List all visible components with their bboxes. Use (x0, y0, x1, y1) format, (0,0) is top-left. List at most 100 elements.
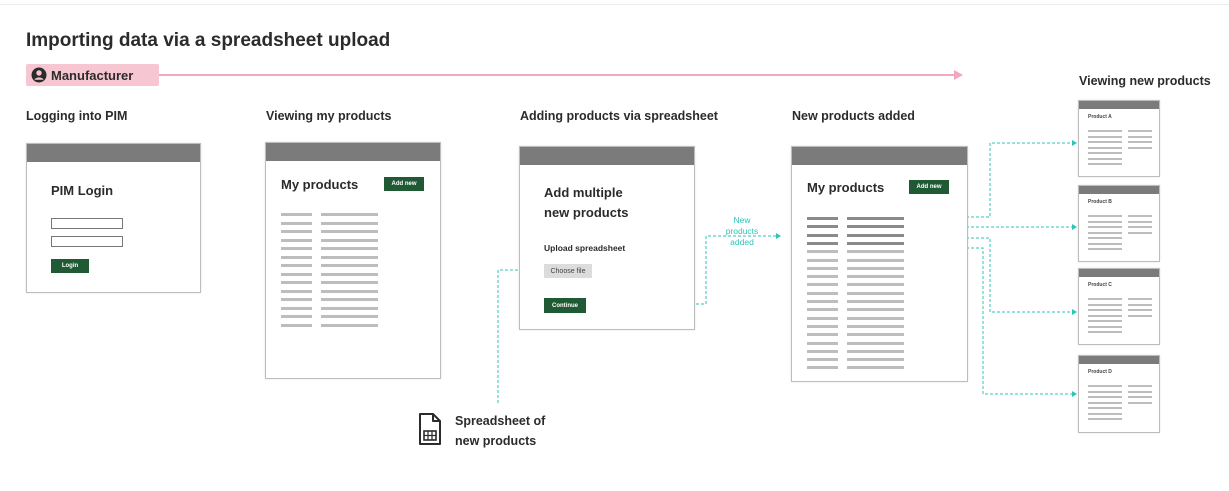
username-field[interactable] (51, 218, 123, 229)
placeholder-line (807, 308, 838, 312)
placeholder-line (321, 255, 378, 259)
placeholder-line (1128, 298, 1152, 300)
placeholder-line (847, 217, 904, 220)
placeholder-line (1088, 220, 1122, 223)
placeholder-line (847, 258, 904, 262)
product-card-title: Product C (1088, 282, 1112, 288)
placeholder-line (1128, 130, 1152, 132)
placeholder-line (1128, 390, 1152, 393)
placeholder-line (847, 324, 904, 328)
placeholder-line (807, 316, 838, 320)
placeholder-line (807, 266, 838, 270)
choose-file-button[interactable]: Choose file (544, 264, 592, 278)
placeholder-line (281, 213, 312, 216)
placeholder-line (1088, 215, 1122, 217)
product-card-title: Product B (1088, 199, 1112, 205)
continue-button[interactable]: Continue (544, 298, 586, 313)
placeholder-line (807, 349, 838, 353)
placeholder-line (1128, 215, 1152, 217)
note-line2: products (725, 226, 759, 236)
placeholder-line (281, 255, 312, 259)
placeholder-line (281, 247, 312, 250)
placeholder-line (1128, 226, 1152, 228)
placeholder-line (1088, 303, 1122, 306)
placeholder-line (321, 247, 378, 250)
placeholder-line (807, 283, 838, 287)
window-title-bar (792, 147, 967, 165)
placeholder-line (807, 366, 838, 370)
placeholder-line (281, 230, 312, 233)
note-line3: added (730, 237, 754, 247)
placeholder-line (1088, 157, 1122, 160)
login-button[interactable]: Login (51, 259, 89, 273)
placeholder-line (321, 264, 378, 267)
placeholder-line (1088, 309, 1122, 311)
placeholder-line (1128, 385, 1152, 387)
placeholder-line (1088, 152, 1122, 154)
add-new-button[interactable]: Add new (909, 180, 949, 194)
products-added-heading: My products (807, 180, 885, 195)
placeholder-line (1088, 385, 1122, 387)
placeholder-line (1088, 141, 1122, 143)
window-title-bar (1079, 186, 1159, 194)
placeholder-line (1088, 325, 1122, 328)
placeholder-line (1088, 390, 1122, 393)
placeholder-line (847, 291, 904, 295)
placeholder-line (807, 324, 838, 328)
placeholder-line (847, 283, 904, 287)
placeholder-line (847, 333, 904, 337)
placeholder-line (807, 300, 838, 303)
placeholder-line (1088, 130, 1122, 132)
login-heading: PIM Login (51, 183, 114, 198)
product-card-c: Product C (1078, 268, 1160, 345)
placeholder-line (321, 323, 378, 327)
placeholder-line (1088, 314, 1122, 317)
placeholder-line (1088, 320, 1122, 322)
upload-subheading: Upload spreadsheet (544, 243, 626, 253)
placeholder-line (1128, 309, 1152, 311)
placeholder-line (807, 358, 838, 362)
placeholder-line (807, 291, 838, 295)
placeholder-line (1088, 407, 1122, 409)
placeholder-line (1088, 242, 1122, 245)
placeholder-line (807, 275, 838, 279)
placeholder-line (847, 366, 904, 370)
window-title-bar (1079, 356, 1159, 364)
password-field[interactable] (51, 236, 123, 247)
placeholder-line (321, 230, 378, 233)
placeholder-line (1128, 396, 1152, 398)
placeholder-line (281, 289, 312, 293)
placeholder-line (1088, 135, 1122, 138)
placeholder-line (281, 315, 312, 318)
placeholder-line (1128, 314, 1152, 317)
placeholder-line (847, 233, 904, 237)
placeholder-line (807, 258, 838, 262)
placeholder-line (1088, 163, 1122, 165)
placeholder-line (321, 272, 378, 276)
placeholder-line (1088, 412, 1122, 415)
placeholder-line (1128, 401, 1152, 404)
placeholder-line (807, 241, 838, 245)
spreadsheet-label-line2: new products (455, 434, 537, 448)
placeholder-line (321, 281, 378, 284)
placeholder-line (847, 308, 904, 312)
placeholder-line (281, 298, 312, 301)
placeholder-line (847, 250, 904, 254)
placeholder-line (847, 358, 904, 362)
placeholder-line (281, 221, 312, 225)
placeholder-line (807, 333, 838, 337)
placeholder-line (1128, 141, 1152, 143)
products-added-wireframe: My products Add new (791, 146, 968, 382)
placeholder-line (1128, 303, 1152, 306)
placeholder-line (847, 341, 904, 345)
window-title-bar (266, 143, 440, 161)
placeholder-line (847, 266, 904, 270)
placeholder-line (807, 217, 838, 220)
add-new-button[interactable]: Add new (384, 177, 424, 191)
placeholder-line (321, 221, 378, 225)
placeholder-line (1128, 146, 1152, 149)
placeholder-line (1088, 401, 1122, 404)
placeholder-line (847, 316, 904, 320)
product-card-title: Product A (1088, 114, 1112, 120)
placeholder-line (807, 233, 838, 237)
